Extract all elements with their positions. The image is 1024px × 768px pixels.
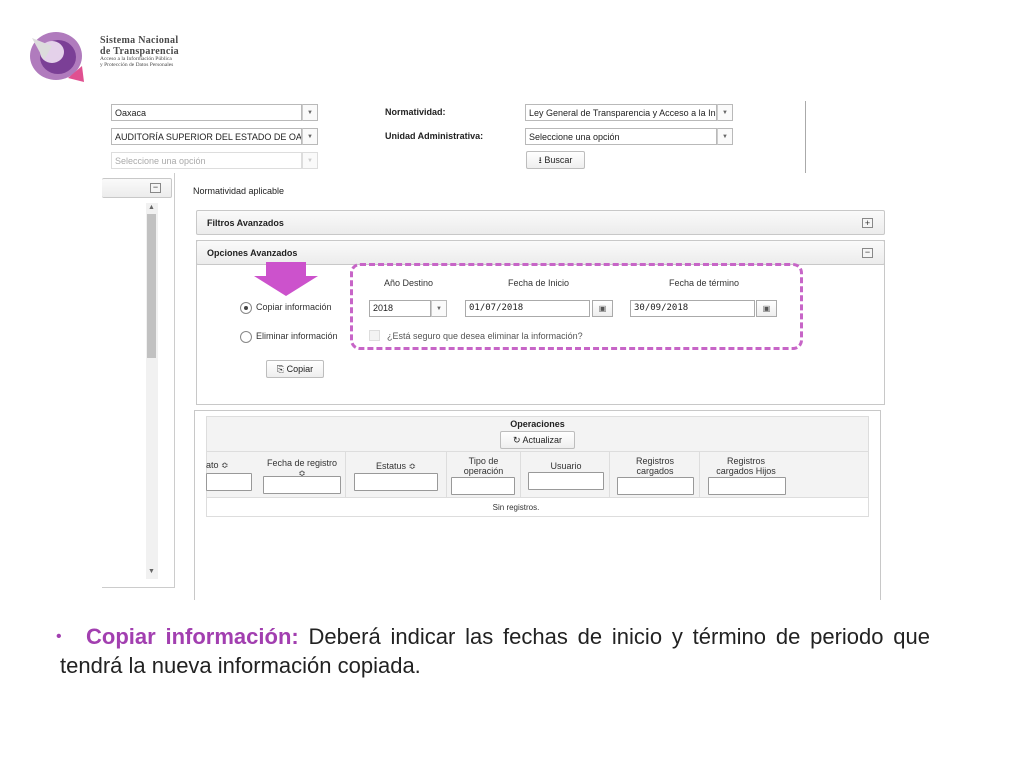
filter-input[interactable]: [354, 473, 438, 491]
column-divider: [446, 452, 447, 498]
column-header-registros-hijos[interactable]: Registros cargados Hijos: [708, 456, 784, 476]
search-button[interactable]: ⭳ Buscar: [526, 151, 585, 169]
caption-bold: Copiar información:: [86, 624, 299, 649]
caption: • Copiar información: Deberá indicar las…: [56, 622, 930, 680]
collapse-icon[interactable]: −: [150, 183, 161, 193]
refresh-button-label: Actualizar: [522, 435, 563, 445]
chevron-down-icon[interactable]: ▼: [717, 128, 733, 145]
calendar-icon[interactable]: ▣: [756, 300, 777, 317]
institution-select[interactable]: AUDITORÍA SUPERIOR DEL ESTADO DE OA: [111, 128, 302, 145]
year-label: Año Destino: [384, 278, 434, 288]
expand-icon[interactable]: +: [862, 218, 873, 228]
third-select[interactable]: Seleccione una opción: [111, 152, 302, 169]
empty-message: Sin registros.: [492, 503, 540, 512]
chevron-down-icon[interactable]: ▼: [302, 128, 318, 145]
start-date-label: Fecha de Inicio: [508, 278, 570, 288]
column-header-formato[interactable]: ato ≎: [206, 460, 256, 470]
logo-text: Sistema Nacional de Transparencia Acceso…: [100, 35, 179, 69]
logo-line-1: Sistema Nacional: [100, 35, 179, 46]
chevron-down-icon[interactable]: ▼: [431, 300, 447, 317]
logo-line-4: y Protección de Datos Personales: [100, 61, 174, 68]
unidad-select[interactable]: Seleccione una opción: [525, 128, 717, 145]
filter-input[interactable]: [528, 472, 604, 490]
scroll-down-icon[interactable]: ▼: [148, 568, 155, 575]
copy-button[interactable]: ⎘ Copiar: [266, 360, 324, 378]
column-header-usuario[interactable]: Usuario: [528, 461, 604, 471]
year-select[interactable]: 2018: [369, 300, 431, 317]
start-date-input[interactable]: 01/07/2018: [465, 300, 590, 317]
column-header-estatus[interactable]: Estatus ≎: [354, 461, 438, 471]
delete-option-label: Eliminar información: [256, 331, 338, 341]
column-divider: [609, 452, 610, 498]
normatividad-aplicable-label: Normatividad aplicable: [193, 186, 285, 196]
divider: [805, 101, 806, 173]
column-header-tipo-operacion[interactable]: Tipo de operación: [456, 456, 511, 476]
end-date-label: Fecha de término: [669, 278, 740, 288]
filtros-avanzados-title: Filtros Avanzados: [207, 218, 284, 228]
chevron-down-icon[interactable]: ▼: [302, 152, 318, 169]
copy-option-label: Copiar información: [256, 302, 332, 312]
column-divider: [520, 452, 521, 498]
filter-input[interactable]: [708, 477, 786, 495]
filter-input[interactable]: [263, 476, 341, 494]
refresh-icon: ↻: [512, 435, 523, 445]
chevron-down-icon[interactable]: ▼: [717, 104, 733, 121]
filtros-avanzados-panel[interactable]: Filtros Avanzados +: [196, 210, 885, 235]
unidad-label: Unidad Administrativa:: [385, 131, 484, 141]
column-divider: [699, 452, 700, 498]
normatividad-select[interactable]: Ley General de Transparencia y Acceso a …: [525, 104, 717, 121]
filter-input[interactable]: [451, 477, 515, 495]
end-date-input[interactable]: 30/09/2018: [630, 300, 755, 317]
delete-radio[interactable]: [240, 331, 252, 343]
opciones-avanzados-title: Opciones Avanzados: [207, 248, 298, 258]
arrow-down-icon: [252, 262, 320, 296]
confirm-delete-checkbox[interactable]: [369, 330, 380, 341]
filter-input[interactable]: [617, 477, 694, 495]
column-header-fecha-registro[interactable]: Fecha de registro ≎: [262, 458, 342, 478]
search-button-label: Buscar: [544, 155, 573, 165]
logo-emblem-icon: [22, 26, 92, 86]
column-header-registros-cargados[interactable]: Registros cargados: [620, 456, 690, 476]
copy-radio[interactable]: [240, 302, 252, 314]
normatividad-label: Normatividad:: [385, 107, 446, 117]
column-divider: [345, 452, 346, 498]
filter-input[interactable]: [206, 473, 252, 491]
bullet-icon: •: [56, 628, 62, 645]
scroll-up-icon[interactable]: ▲: [148, 204, 155, 211]
left-panel-header: [102, 178, 172, 198]
clipboard-icon: ⎘: [276, 364, 287, 374]
state-select[interactable]: Oaxaca: [111, 104, 302, 121]
scrollbar-thumb[interactable]: [147, 214, 156, 358]
refresh-button[interactable]: ↻ Actualizar: [500, 431, 575, 449]
chevron-down-icon[interactable]: ▼: [302, 104, 318, 121]
collapse-icon[interactable]: −: [862, 248, 873, 258]
confirm-delete-label: ¿Está seguro que desea eliminar la infor…: [387, 331, 583, 341]
copy-button-label: Copiar: [286, 364, 314, 374]
left-panel: [102, 173, 175, 588]
calendar-icon[interactable]: ▣: [592, 300, 613, 317]
operations-title: Operaciones: [510, 419, 565, 429]
